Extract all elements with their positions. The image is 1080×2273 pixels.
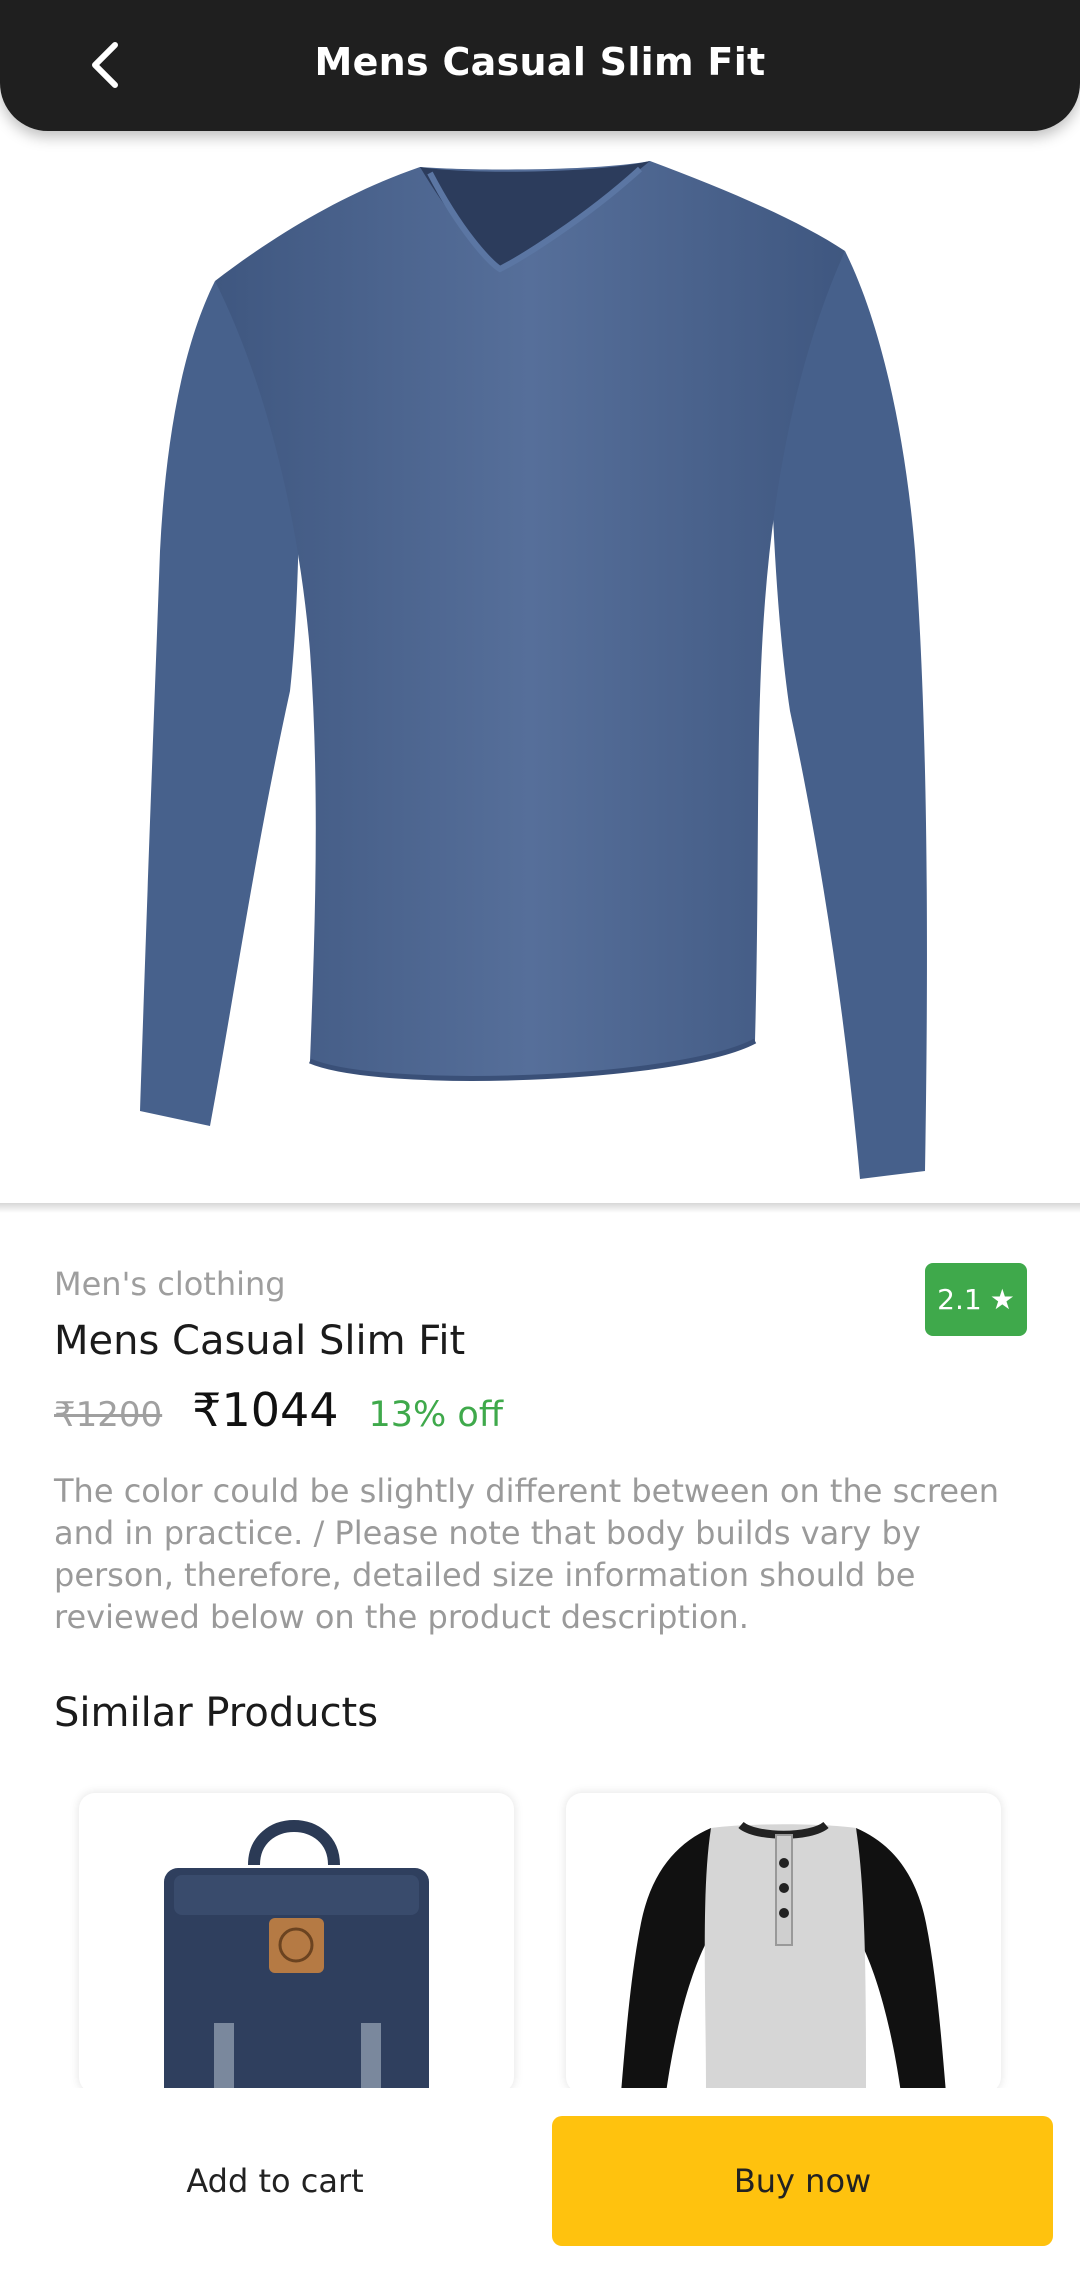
product-title: Mens Casual Slim Fit <box>54 1318 466 1364</box>
price-row: ₹1200 ₹1044 13% off <box>54 1383 503 1437</box>
product-image <box>140 161 927 1179</box>
product-category: Men's clothing <box>54 1265 286 1303</box>
current-price: ₹1044 <box>192 1383 339 1437</box>
similar-product-card[interactable] <box>566 1793 1001 2093</box>
rating-value: 2.1 <box>937 1283 982 1316</box>
similar-products-heading: Similar Products <box>54 1690 379 1736</box>
discount-label: 13% off <box>368 1395 503 1435</box>
divider <box>0 1203 1080 1213</box>
original-price: ₹1200 <box>54 1395 163 1435</box>
app-header: Mens Casual Slim Fit <box>0 0 1080 131</box>
similar-product-card[interactable] <box>79 1793 514 2093</box>
buy-now-button[interactable]: Buy now <box>552 2116 1053 2246</box>
product-detail-screen: Mens Casual Slim Fit Men's clothing 2.1 … <box>0 0 1080 2273</box>
add-to-cart-button[interactable]: Add to cart <box>0 2116 550 2246</box>
rating-badge: 2.1 ★ <box>925 1263 1027 1336</box>
product-image-carousel[interactable] <box>0 131 1080 1208</box>
star-icon: ★ <box>989 1283 1015 1316</box>
henley-shirt-image <box>621 1821 946 2093</box>
backpack-image <box>164 1820 429 2093</box>
bottom-action-bar: Add to cart Buy now <box>0 2088 1080 2273</box>
product-description: The color could be slightly different be… <box>54 1472 999 1636</box>
page-title: Mens Casual Slim Fit <box>314 40 766 84</box>
